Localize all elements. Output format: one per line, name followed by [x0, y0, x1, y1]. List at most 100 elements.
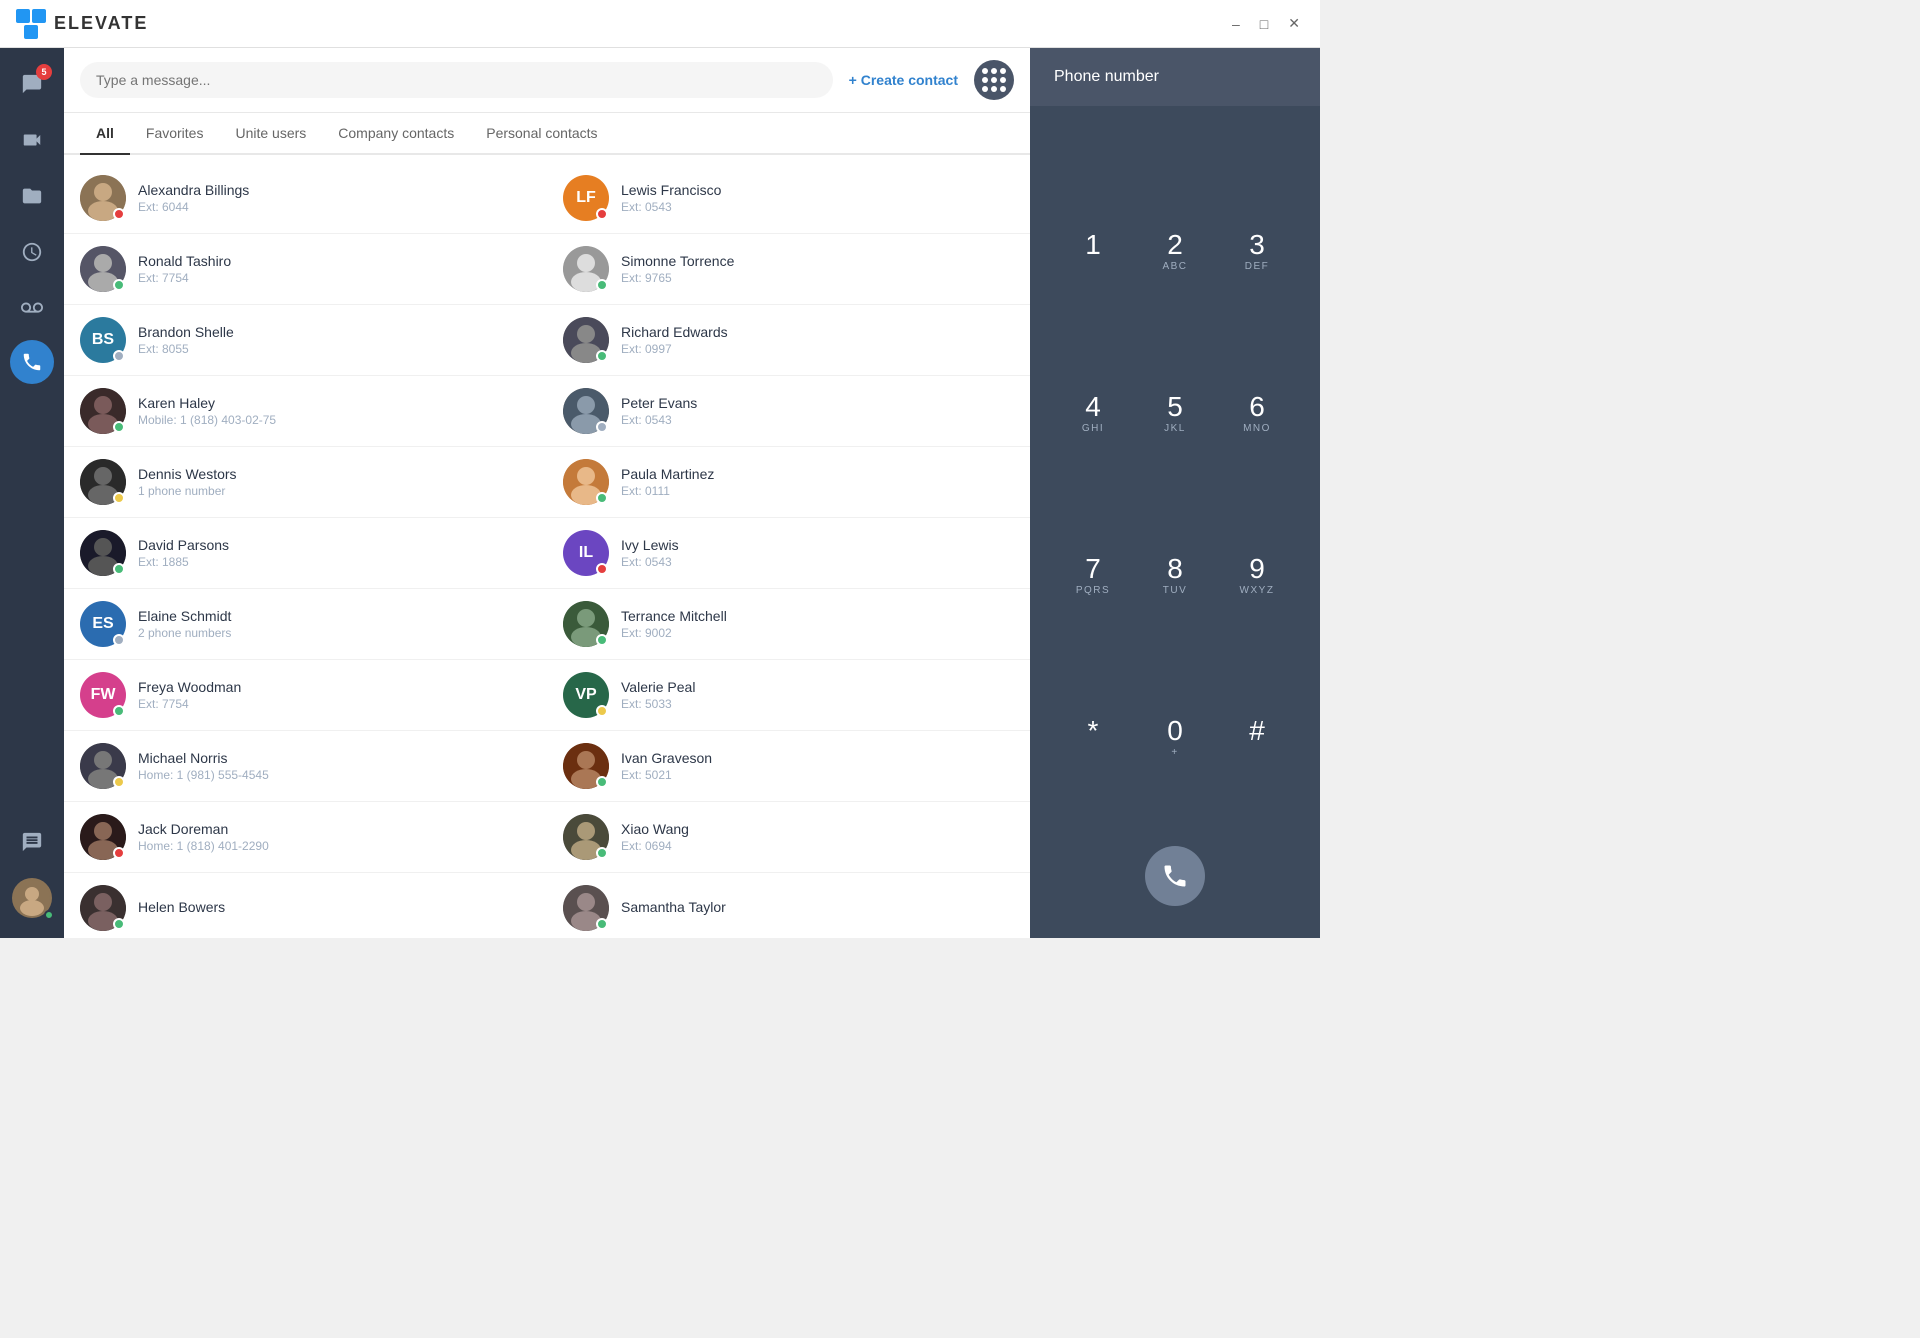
avatar-wrap: LF [563, 175, 609, 221]
contact-item-david-parsons[interactable]: David Parsons Ext: 1885 [64, 518, 547, 589]
sidebar-item-chat[interactable]: 5 [8, 60, 56, 108]
video-icon [21, 129, 43, 151]
status-dot [113, 847, 125, 859]
close-button[interactable]: ✕ [1284, 11, 1304, 36]
contact-item-valerie-peal[interactable]: VP Valerie Peal Ext: 5033 [547, 660, 1030, 731]
contact-name: David Parsons [138, 537, 531, 553]
contact-info: Alexandra Billings Ext: 6044 [138, 182, 531, 214]
contact-ext: Ext: 7754 [138, 271, 531, 285]
avatar-wrap [563, 317, 609, 363]
contact-info: Karen Haley Mobile: 1 (818) 403-02-75 [138, 395, 531, 427]
status-dot [113, 421, 125, 433]
contact-name: Richard Edwards [621, 324, 1014, 340]
contact-item-ivan-graveson[interactable]: Ivan Graveson Ext: 5021 [547, 731, 1030, 802]
avatar-wrap [563, 885, 609, 931]
dial-key-5[interactable]: 5JKL [1136, 336, 1214, 494]
dial-key-star[interactable]: * [1054, 660, 1132, 818]
contact-item-simonne-torrence[interactable]: Simonne Torrence Ext: 9765 [547, 234, 1030, 305]
contact-item-lewis-francisco[interactable]: LF Lewis Francisco Ext: 0543 [547, 163, 1030, 234]
tab-all[interactable]: All [80, 113, 130, 155]
dial-key-1[interactable]: 1 [1054, 174, 1132, 332]
contact-item-ronald-tashiro[interactable]: Ronald Tashiro Ext: 7754 [64, 234, 547, 305]
avatar-wrap: VP [563, 672, 609, 718]
contact-name: Michael Norris [138, 750, 531, 766]
sidebar-item-voicemail[interactable] [8, 284, 56, 332]
dial-key-2[interactable]: 2ABC [1136, 174, 1214, 332]
contact-ext: Ext: 9765 [621, 271, 1014, 285]
messages-icon [21, 831, 43, 853]
sidebar-item-calls[interactable] [10, 340, 54, 384]
contact-item-ivy-lewis[interactable]: IL Ivy Lewis Ext: 0543 [547, 518, 1030, 589]
avatar-wrap [80, 388, 126, 434]
dial-key-4[interactable]: 4GHI [1054, 336, 1132, 494]
contact-ext: Ext: 9002 [621, 626, 1014, 640]
window-controls[interactable]: – □ ✕ [1228, 11, 1304, 36]
contact-item-jack-doreman[interactable]: Jack Doreman Home: 1 (818) 401-2290 [64, 802, 547, 873]
status-dot [113, 492, 125, 504]
maximize-button[interactable]: □ [1256, 11, 1272, 36]
grid-view-button[interactable] [974, 60, 1014, 100]
contact-ext: 2 phone numbers [138, 626, 531, 640]
sidebar-item-messages[interactable] [8, 818, 56, 866]
dialpad-panel: Phone number 1 2ABC 3DEF 4GHI 5JKL 6MNO … [1030, 48, 1320, 938]
status-dot [113, 634, 125, 646]
sidebar-item-profile[interactable] [8, 874, 56, 922]
contact-info: Jack Doreman Home: 1 (818) 401-2290 [138, 821, 531, 853]
sidebar-item-video[interactable] [8, 116, 56, 164]
contact-info: Elaine Schmidt 2 phone numbers [138, 608, 531, 640]
contact-item-terrance-mitchell[interactable]: Terrance Mitchell Ext: 9002 [547, 589, 1030, 660]
dial-key-hash[interactable]: # [1218, 660, 1296, 818]
status-dot [113, 918, 125, 930]
dialpad-call-row [1030, 826, 1320, 938]
dial-key-3[interactable]: 3DEF [1218, 174, 1296, 332]
create-contact-button[interactable]: + Create contact [849, 72, 958, 88]
minimize-button[interactable]: – [1228, 11, 1244, 36]
tab-unite-users[interactable]: Unite users [219, 113, 322, 155]
tab-company-contacts[interactable]: Company contacts [322, 113, 470, 155]
dialpad-header: Phone number [1030, 48, 1320, 106]
dial-key-0[interactable]: 0+ [1136, 660, 1214, 818]
contact-info: Xiao Wang Ext: 0694 [621, 821, 1014, 853]
contact-item-dennis-westors[interactable]: Dennis Westors 1 phone number [64, 447, 547, 518]
status-dot [596, 634, 608, 646]
contact-item-peter-evans[interactable]: Peter Evans Ext: 0543 [547, 376, 1030, 447]
dial-key-8[interactable]: 8TUV [1136, 498, 1214, 656]
search-input[interactable] [80, 62, 833, 98]
contact-item-paula-martinez[interactable]: Paula Martinez Ext: 0111 [547, 447, 1030, 518]
contact-ext: Home: 1 (818) 401-2290 [138, 839, 531, 853]
sidebar-item-recent[interactable] [8, 228, 56, 276]
contact-info: Michael Norris Home: 1 (981) 555-4545 [138, 750, 531, 782]
contact-item-brandon-shelle[interactable]: BS Brandon Shelle Ext: 8055 [64, 305, 547, 376]
contact-item-elaine-schmidt[interactable]: ES Elaine Schmidt 2 phone numbers [64, 589, 547, 660]
avatar-wrap [80, 530, 126, 576]
contact-item-michael-norris[interactable]: Michael Norris Home: 1 (981) 555-4545 [64, 731, 547, 802]
dial-key-6[interactable]: 6MNO [1218, 336, 1296, 494]
folder-icon [21, 185, 43, 207]
dial-key-7[interactable]: 7PQRS [1054, 498, 1132, 656]
grid-icon [982, 68, 1006, 92]
contact-info: Simonne Torrence Ext: 9765 [621, 253, 1014, 285]
contact-info: Ronald Tashiro Ext: 7754 [138, 253, 531, 285]
app-logo: ELEVATE [16, 9, 148, 39]
contact-name: Simonne Torrence [621, 253, 1014, 269]
avatar-wrap [563, 601, 609, 647]
contact-item-helen-bowers[interactable]: Helen Bowers [64, 873, 547, 938]
contact-item-karen-haley[interactable]: Karen Haley Mobile: 1 (818) 403-02-75 [64, 376, 547, 447]
sidebar-item-files[interactable] [8, 172, 56, 220]
contact-info: Brandon Shelle Ext: 8055 [138, 324, 531, 356]
dialpad-grid: 1 2ABC 3DEF 4GHI 5JKL 6MNO 7PQRS 8TUV 9W… [1030, 166, 1320, 826]
contact-item-alexandra-billings[interactable]: Alexandra Billings Ext: 6044 [64, 163, 547, 234]
status-dot [596, 847, 608, 859]
contact-item-richard-edwards[interactable]: Richard Edwards Ext: 0997 [547, 305, 1030, 376]
contact-item-xiao-wang[interactable]: Xiao Wang Ext: 0694 [547, 802, 1030, 873]
dial-key-9[interactable]: 9WXYZ [1218, 498, 1296, 656]
avatar-wrap [563, 246, 609, 292]
clock-icon [21, 241, 43, 263]
call-button[interactable] [1145, 846, 1205, 906]
tab-favorites[interactable]: Favorites [130, 113, 220, 155]
title-bar: ELEVATE – □ ✕ [0, 0, 1320, 48]
avatar-wrap [563, 743, 609, 789]
tab-personal-contacts[interactable]: Personal contacts [470, 113, 613, 155]
contact-item-freya-woodman[interactable]: FW Freya Woodman Ext: 7754 [64, 660, 547, 731]
contact-item-samantha-taylor[interactable]: Samantha Taylor [547, 873, 1030, 938]
